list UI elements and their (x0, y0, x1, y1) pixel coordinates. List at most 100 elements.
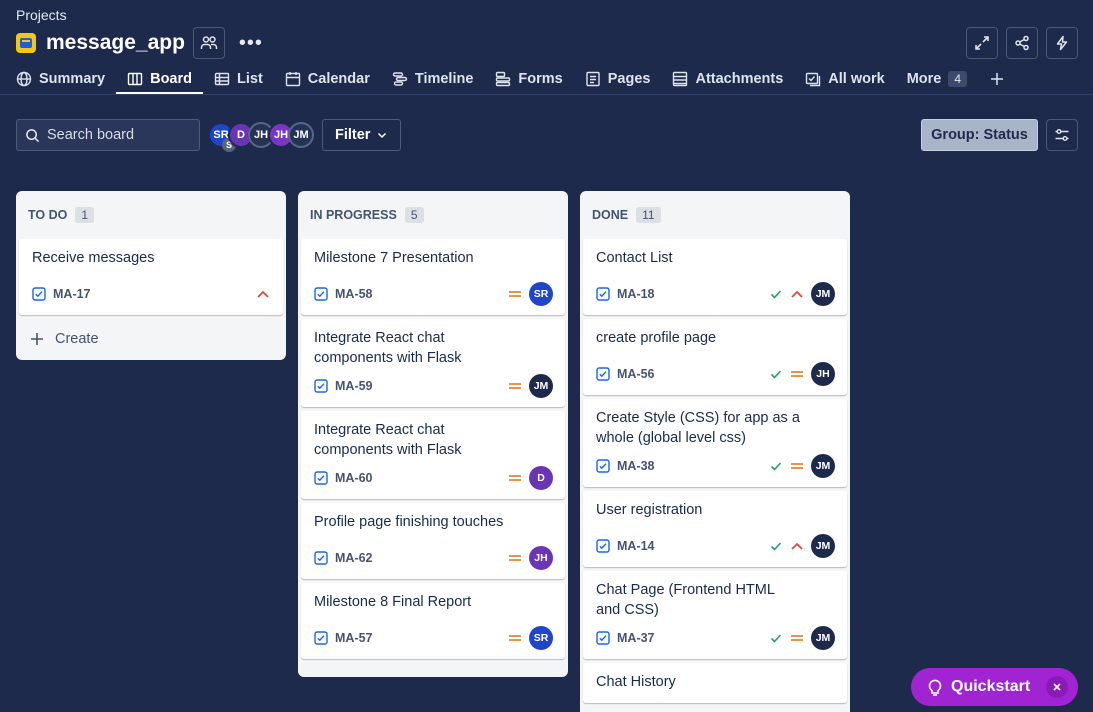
view-settings-button[interactable] (1046, 119, 1078, 151)
issue-card[interactable]: Milestone 7 Presentation MA-58 SR (301, 239, 565, 315)
tab-label: Board (150, 71, 192, 87)
team-button[interactable] (192, 27, 225, 59)
assignee-avatar[interactable]: JM (811, 454, 835, 478)
assignee-avatar[interactable]: JH (811, 362, 835, 386)
tab-label: Pages (607, 71, 651, 87)
issue-key[interactable]: MA-60 (335, 471, 373, 485)
card-title: Chat History (596, 674, 676, 690)
card-footer: MA-37 JM (596, 626, 835, 650)
filter-button[interactable]: Filter (322, 119, 402, 151)
issue-key[interactable]: MA-37 (617, 631, 655, 645)
issue-card[interactable]: Contact List MA-18 JM (583, 239, 847, 315)
card-title: Profile page finishing touches (314, 514, 504, 530)
issue-card[interactable]: Chat Page (Frontend HTML and CSS) MA-37 … (583, 571, 847, 659)
assignee-avatar[interactable]: JH (529, 546, 553, 570)
tab-forms[interactable]: Forms (484, 64, 573, 94)
search-input[interactable]: Search board (16, 119, 200, 151)
issue-key[interactable]: MA-58 (335, 287, 373, 301)
issue-card[interactable]: create profile page MA-56 JH (583, 319, 847, 395)
tab-board[interactable]: Board (116, 64, 203, 94)
tab-pages[interactable]: Pages (574, 64, 662, 94)
issue-card[interactable]: Integrate React chat components with Fla… (301, 319, 565, 407)
lightning-icon (1056, 35, 1068, 51)
issue-card[interactable]: Chat History (583, 663, 847, 703)
issue-key[interactable]: MA-14 (617, 539, 655, 553)
quickstart-button[interactable]: Quickstart (911, 668, 1078, 706)
globe-icon (16, 71, 32, 87)
tab-all-work[interactable]: All work (794, 64, 895, 94)
more-count-badge: 4 (948, 71, 968, 87)
issue-key[interactable]: MA-59 (335, 379, 373, 393)
header-divider (0, 94, 1093, 95)
issue-card[interactable]: Milestone 8 Final Report MA-57 SR (301, 583, 565, 659)
task-checkbox-icon (314, 471, 328, 485)
issue-key[interactable]: MA-62 (335, 551, 373, 565)
card-footer: MA-60 D (314, 466, 553, 490)
expand-icon (975, 36, 989, 50)
issue-key[interactable]: MA-56 (617, 367, 655, 381)
more-actions-icon[interactable]: ••• (239, 32, 263, 55)
column-header: TO DO 1 (19, 191, 283, 239)
sliders-icon (1055, 129, 1069, 141)
card-title: create profile page (596, 330, 717, 346)
assignee-avatar[interactable]: SR (529, 282, 553, 306)
issue-card[interactable]: Profile page finishing touches MA-62 JH (301, 503, 565, 579)
share-icon (1015, 35, 1029, 51)
all-work-icon (806, 72, 821, 87)
priority-high-icon (791, 542, 803, 550)
issue-card[interactable]: Receive messages MA-17 (19, 239, 283, 315)
pages-icon (586, 71, 600, 87)
share-button[interactable] (1006, 27, 1038, 59)
column-header: DONE 11 (583, 191, 847, 239)
task-checkbox-icon (32, 287, 46, 301)
avatar-filter[interactable]: JM (288, 122, 314, 148)
tab-calendar[interactable]: Calendar (274, 64, 381, 94)
issue-key[interactable]: MA-57 (335, 631, 373, 645)
automation-button[interactable] (1046, 27, 1078, 59)
tab-timeline[interactable]: Timeline (381, 64, 485, 94)
add-tab-button[interactable] (978, 64, 1016, 94)
issue-key[interactable]: MA-18 (617, 287, 655, 301)
tab-label: Forms (518, 71, 563, 87)
card-title: User registration (596, 502, 703, 518)
tab-list[interactable]: List (203, 64, 274, 94)
task-checkbox-icon (314, 287, 328, 301)
fullscreen-button[interactable] (966, 27, 998, 59)
tab-summary[interactable]: Summary (16, 64, 116, 94)
done-check-icon (770, 634, 782, 643)
plus-icon (31, 333, 43, 345)
task-checkbox-icon (314, 631, 328, 645)
project-header: message_app ••• (16, 27, 263, 59)
assignee-avatars: SR S D JH JH JM (208, 122, 314, 152)
done-check-icon (770, 290, 782, 299)
issue-card[interactable]: Integrate React chat components with Fla… (301, 411, 565, 499)
issue-card[interactable]: User registration MA-14 JM (583, 491, 847, 567)
breadcrumb[interactable]: Projects (16, 7, 67, 23)
tab-label: List (237, 71, 263, 87)
attachments-icon (673, 71, 688, 87)
priority-medium-icon (791, 635, 803, 641)
group-by-button[interactable]: Group: Status (921, 119, 1038, 151)
issue-card[interactable]: Create Style (CSS) for app as a whole (g… (583, 399, 847, 487)
issue-key[interactable]: MA-38 (617, 459, 655, 473)
quickstart-close-button[interactable] (1046, 676, 1068, 698)
column-done: DONE 11 Contact List MA-18 JM create pro… (580, 191, 850, 712)
forms-icon (496, 71, 511, 87)
assignee-avatar[interactable]: D (529, 466, 553, 490)
tab-label: Calendar (307, 71, 370, 87)
assignee-avatar[interactable]: JM (811, 626, 835, 650)
card-title: Integrate React chat components with Fla… (314, 330, 462, 366)
board-icon (127, 72, 143, 86)
assignee-avatar[interactable]: SR (529, 626, 553, 650)
issue-key[interactable]: MA-17 (53, 287, 91, 301)
tab-attachments[interactable]: Attachments (661, 64, 794, 94)
priority-high-icon (791, 290, 803, 298)
priority-medium-icon (791, 371, 803, 377)
assignee-avatar[interactable]: JM (529, 374, 553, 398)
card-footer: MA-17 (32, 282, 271, 306)
tab-more[interactable]: More 4 (896, 64, 978, 94)
column-todo: TO DO 1 Receive messages MA-17 Create (16, 191, 286, 360)
create-issue-button[interactable]: Create (19, 319, 283, 359)
assignee-avatar[interactable]: JM (811, 282, 835, 306)
assignee-avatar[interactable]: JM (811, 534, 835, 558)
